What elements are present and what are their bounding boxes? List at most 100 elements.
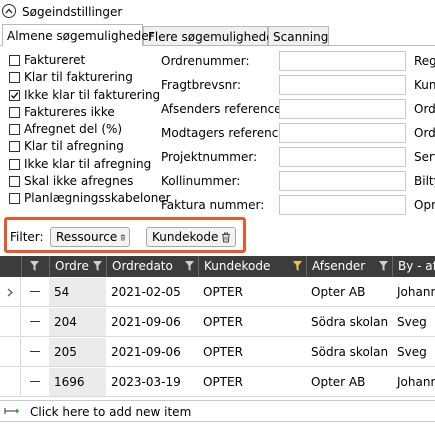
active-filter-funnel-icon[interactable]: [293, 261, 302, 271]
section-title: Søgeindstillinger: [22, 5, 123, 19]
checkbox-row[interactable]: Faktureres ikke: [9, 104, 115, 120]
current-row-arrow-icon: [7, 288, 13, 296]
checkbox-label: Klar til afregning: [24, 139, 124, 153]
search-input[interactable]: [279, 123, 406, 143]
checkbox-label: Faktureres ikke: [24, 105, 115, 119]
checkbox[interactable]: [9, 106, 20, 118]
checkbox[interactable]: [9, 175, 20, 187]
cell-afsender[interactable]: Opter AB: [306, 368, 392, 396]
grid-header: Ordre Ordredato Kundekode Afsender By - …: [0, 256, 435, 277]
cell-ordredato[interactable]: 2023-03-19: [106, 368, 198, 396]
trash-icon[interactable]: [120, 232, 126, 243]
checkbox-label: Klar til fakturering: [24, 70, 133, 84]
tab-general-search-options[interactable]: Almene søgemuligheder: [2, 24, 154, 46]
row-selector[interactable]: [0, 278, 21, 306]
checkbox-row[interactable]: Klar til fakturering: [9, 69, 133, 85]
filter-funnel-icon[interactable]: [185, 261, 194, 271]
cell-ordre[interactable]: 1696: [49, 368, 106, 396]
checkbox-checked[interactable]: [9, 89, 20, 101]
checkbox[interactable]: [9, 71, 20, 83]
column-header-afsender[interactable]: Afsender: [306, 256, 392, 277]
trash-icon[interactable]: [221, 232, 231, 243]
cell-kundekode[interactable]: OPTER: [198, 368, 306, 396]
field-label: Fragtbrevsnr:: [161, 78, 242, 92]
checkbox[interactable]: [9, 54, 20, 66]
cell-afsender[interactable]: Opter AB: [306, 278, 392, 306]
row-selector[interactable]: [0, 308, 21, 336]
cell-ordredato[interactable]: 2021-02-05: [106, 278, 198, 306]
checkbox-label: Afregnet del (%): [24, 122, 123, 136]
cell-by[interactable]: Sveg: [392, 308, 435, 336]
table-row[interactable]: 204 2021-09-06 OPTER Södra skolan Sveg: [0, 308, 435, 337]
search-input[interactable]: [279, 171, 406, 191]
checkbox-row[interactable]: Klar til afregning: [9, 138, 124, 154]
chip-label: Kundekode: [152, 230, 219, 244]
cell-ordre[interactable]: 54: [49, 278, 106, 306]
table-row[interactable]: 205 2021-09-06 OPTER Södra skolan Sveg: [0, 338, 435, 367]
checkbox-row[interactable]: Planlægningsskabeloner: [9, 190, 171, 206]
checkbox-label: Planlægningsskabeloner: [24, 191, 171, 205]
collapse-chevron-up-icon[interactable]: [2, 4, 16, 18]
checkbox-label: Ikke klar til afregning: [24, 157, 152, 171]
tab-more-search-options[interactable]: Flere søgemuligheder: [143, 26, 279, 46]
field-label: Kollinummer:: [161, 174, 241, 188]
table-row[interactable]: 16962023-03-19OPTEROpter ABJohanne: [0, 368, 435, 397]
checkbox[interactable]: [9, 192, 20, 204]
cell-ordredato[interactable]: 2021-09-06: [106, 338, 198, 366]
checkbox-row[interactable]: Faktureret: [9, 52, 85, 68]
filter-chip-kundekode[interactable]: Kundekode: [146, 227, 236, 247]
search-input[interactable]: [279, 147, 406, 167]
cell-by[interactable]: Johanne: [392, 278, 435, 306]
filter-chip-ressource[interactable]: Ressource: [50, 227, 130, 247]
column-header-ordredato[interactable]: Ordredato: [106, 256, 198, 277]
column-header-ordre[interactable]: Ordre: [49, 256, 106, 277]
status-dash-icon: [30, 291, 40, 292]
cell-by[interactable]: Sveg: [392, 338, 435, 366]
filter-funnel-icon[interactable]: [379, 261, 388, 271]
search-input[interactable]: [279, 99, 406, 119]
field-label: Ordrenummer:: [161, 54, 250, 68]
search-settings-header: Søgeindstillinger: [0, 0, 435, 24]
header-status-col[interactable]: [21, 256, 49, 277]
cell-afsender[interactable]: Södra skolan: [306, 308, 392, 336]
checkbox-row[interactable]: Ikke klar til fakturering: [9, 87, 160, 103]
search-input[interactable]: [279, 51, 406, 71]
truncated-field-label: Kun: [414, 78, 435, 92]
checkbox-label: Ikke klar til fakturering: [24, 88, 161, 102]
search-input[interactable]: [279, 195, 406, 215]
checkbox[interactable]: [9, 158, 20, 170]
checkbox-row[interactable]: Skal ikke afregnes: [9, 173, 133, 189]
header-select-col: [0, 256, 21, 277]
checkbox-row[interactable]: Afregnet del (%): [9, 121, 122, 137]
cell-ordredato[interactable]: 2021-09-06: [106, 308, 198, 336]
checkbox-label: Faktureret: [24, 53, 86, 67]
filter-funnel-icon[interactable]: [30, 261, 39, 271]
column-header-kundekode[interactable]: Kundekode: [198, 256, 306, 277]
cell-afsender[interactable]: Södra skolan: [306, 338, 392, 366]
search-input[interactable]: [279, 75, 406, 95]
checkbox-row[interactable]: Ikke klar til afregning: [9, 156, 151, 172]
cell-kundekode[interactable]: OPTER: [198, 338, 306, 366]
checkbox[interactable]: [9, 140, 20, 152]
cell-ordre[interactable]: 204: [49, 308, 106, 336]
truncated-field-label: Serv: [414, 150, 435, 164]
add-new-item-text: Click here to add new item: [30, 405, 192, 419]
tab-scanning[interactable]: Scanning: [268, 26, 329, 46]
status-dash-icon: [30, 381, 40, 382]
truncated-field-label: Bilty: [414, 174, 435, 188]
status-dash-icon: [30, 351, 40, 352]
chip-label: Ressource: [56, 230, 118, 244]
cell-by[interactable]: Johanne: [392, 368, 435, 396]
cell-kundekode[interactable]: OPTER: [198, 308, 306, 336]
column-header-by[interactable]: By - af: [392, 256, 435, 277]
add-new-item-row[interactable]: Click here to add new item: [0, 400, 435, 422]
field-label: Modtagers reference:: [161, 126, 290, 140]
row-selector[interactable]: [0, 338, 21, 366]
table-row[interactable]: 542021-02-05OPTEROpter ABJohanne: [0, 278, 435, 307]
row-selector[interactable]: [0, 368, 21, 396]
add-row-icon: [4, 408, 19, 414]
cell-ordre[interactable]: 205: [49, 338, 106, 366]
checkbox[interactable]: [9, 123, 20, 135]
cell-kundekode[interactable]: OPTER: [198, 278, 306, 306]
filter-funnel-icon[interactable]: [93, 261, 102, 271]
